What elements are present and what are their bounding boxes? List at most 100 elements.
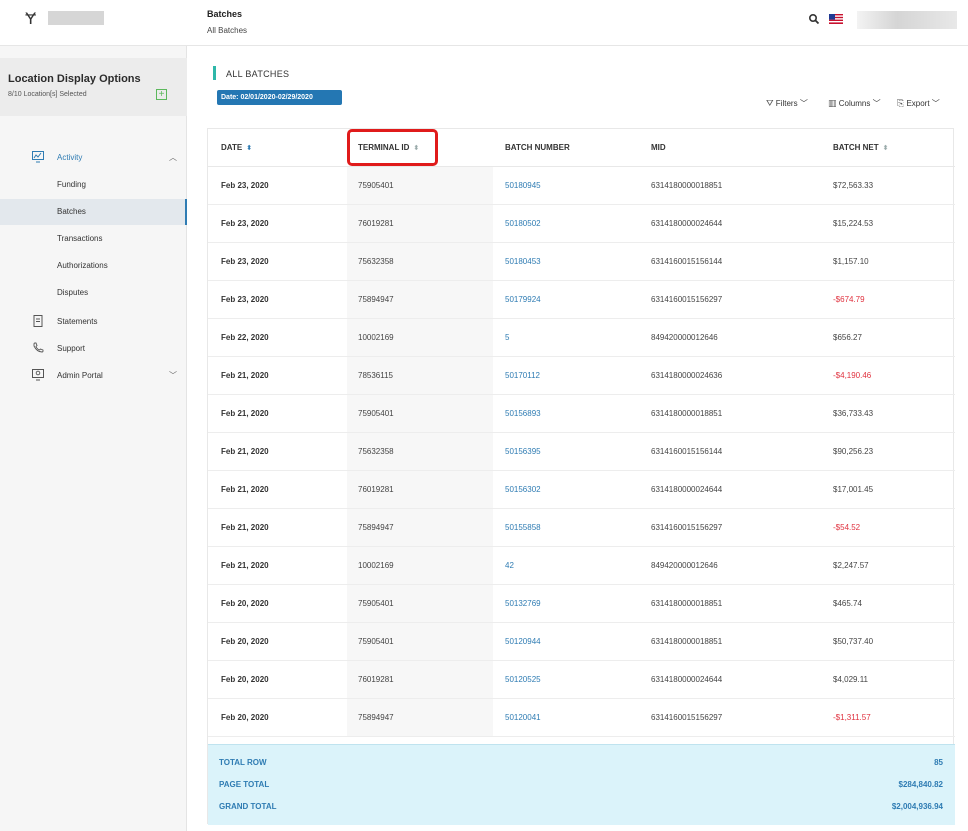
table-header: DATE ⬍ TERMINAL ID ⬍ BATCH NUMBER MID BATC… <box>208 129 955 167</box>
cell-batch-number-link[interactable]: 50156302 <box>505 485 541 494</box>
sidebar-item-label: Admin Portal <box>57 371 103 380</box>
chevron-up-icon[interactable]: ︿ <box>169 152 177 163</box>
chevron-down-icon[interactable]: ﹀ <box>169 370 177 381</box>
cell-batch-net: -$674.79 <box>833 295 865 304</box>
table-row[interactable]: Feb 23, 2020 75905401 50180945 631418000001… <box>208 167 955 205</box>
cell-terminal-id: 76019281 <box>358 485 394 494</box>
document-icon <box>33 315 43 327</box>
cell-terminal-id: 75632358 <box>358 447 394 456</box>
cell-mid: 849420000012646 <box>651 561 718 570</box>
column-header-batch-number[interactable]: BATCH NUMBER <box>505 143 570 152</box>
cell-date: Feb 23, 2020 <box>221 219 269 228</box>
cell-date: Feb 21, 2020 <box>221 447 269 456</box>
sidebar-item-transactions[interactable]: Transactions <box>0 226 187 252</box>
table-row[interactable]: Feb 23, 2020 76019281 50180502 631418000002… <box>208 205 955 243</box>
cell-mid: 6314180000024636 <box>651 371 723 380</box>
cell-batch-number-link[interactable]: 50170112 <box>505 371 540 380</box>
cell-batch-number-link[interactable]: 5 <box>505 333 509 342</box>
cell-terminal-id: 75905401 <box>358 599 394 608</box>
sidebar-item-label: Disputes <box>57 288 89 297</box>
cell-terminal-id: 75905401 <box>358 409 394 418</box>
sort-icon[interactable]: ⬍ <box>883 145 889 152</box>
cell-terminal-id: 78536115 <box>358 371 393 380</box>
filters-button[interactable]: ⛛ Filters ﹀ <box>766 98 808 109</box>
terminal-id-highlight-box <box>347 129 438 166</box>
table-row[interactable]: Feb 23, 2020 75894947 50179924 631416001515… <box>208 281 955 319</box>
table-row[interactable]: Feb 21, 2020 75632358 50156395 631416001515… <box>208 433 955 471</box>
table-row[interactable]: Feb 23, 2020 75632358 50180453 631416001515… <box>208 243 955 281</box>
cell-batch-net: $17,001.45 <box>833 485 874 494</box>
column-header-mid[interactable]: MID <box>651 143 666 152</box>
top-header: Ɏ Batches All Batches <box>0 0 968 46</box>
cell-batch-net: -$1,311.57 <box>833 713 871 722</box>
total-row-value: 85 <box>934 758 943 767</box>
location-display-options[interactable]: Location Display Options 8/10 Location[s… <box>0 58 187 116</box>
cell-batch-number-link[interactable]: 50180945 <box>505 181 541 190</box>
cell-batch-number-link[interactable]: 50179924 <box>505 295 541 304</box>
cell-date: Feb 21, 2020 <box>221 371 269 380</box>
table-row[interactable]: Feb 20, 2020 76019281 50120525 631418000002… <box>208 661 955 699</box>
cell-batch-number-link[interactable]: 50180502 <box>505 219 541 228</box>
cell-batch-number-link[interactable]: 50156893 <box>505 409 541 418</box>
cell-batch-number-link[interactable]: 50120041 <box>505 713 541 722</box>
cell-date: Feb 21, 2020 <box>221 409 269 418</box>
cell-batch-number-link[interactable]: 50156395 <box>505 447 541 456</box>
cell-batch-number-link[interactable]: 50120525 <box>505 675 541 684</box>
cell-mid: 6314180000018851 <box>651 599 723 608</box>
sidebar-item-admin-portal[interactable]: Admin Portal ﹀ <box>0 363 187 389</box>
sidebar-item-funding[interactable]: Funding <box>0 172 187 198</box>
cell-batch-number-link[interactable]: 42 <box>505 561 514 570</box>
column-header-batch-net[interactable]: BATCH NET ⬍ <box>833 143 889 152</box>
cell-date: Feb 21, 2020 <box>221 523 269 532</box>
cell-batch-number-link[interactable]: 50180453 <box>505 257 541 266</box>
cell-date: Feb 20, 2020 <box>221 637 269 646</box>
chevron-down-icon: ﹀ <box>931 99 940 108</box>
sidebar: Location Display Options 8/10 Location[s… <box>0 46 187 831</box>
sort-icon[interactable]: ⬍ <box>246 145 252 152</box>
sidebar-item-support[interactable]: Support <box>0 336 187 362</box>
columns-button[interactable]: ▥ Columns ﹀ <box>828 98 881 109</box>
table-row[interactable]: Feb 21, 2020 76019281 50156302 631418000002… <box>208 471 955 509</box>
cell-batch-number-link[interactable]: 50155858 <box>505 523 541 532</box>
cell-date: Feb 23, 2020 <box>221 257 269 266</box>
sidebar-item-label: Funding <box>57 180 86 189</box>
table-row[interactable]: Feb 21, 2020 75894947 50155858 631416001515… <box>208 509 955 547</box>
export-button[interactable]: ⎘ Export ﹀ <box>897 98 940 109</box>
export-icon: ⎘ <box>897 98 905 108</box>
table-row[interactable]: Feb 22, 2020 10002169 5 849420000012646 $656… <box>208 319 955 357</box>
logo-text-blurred <box>48 11 104 25</box>
cell-mid: 6314180000018851 <box>651 409 723 418</box>
cell-mid: 6314160015156297 <box>651 295 723 304</box>
sidebar-item-disputes[interactable]: Disputes <box>0 280 187 306</box>
sidebar-item-activity[interactable]: Activity ︿ <box>0 145 187 171</box>
sidebar-item-statements[interactable]: Statements <box>0 309 187 335</box>
table-row[interactable]: Feb 20, 2020 75894947 50120041 631416001515… <box>208 699 955 737</box>
sidebar-item-authorizations[interactable]: Authorizations <box>0 253 187 279</box>
table-row[interactable]: Feb 20, 2020 75905401 50132769 631418000001… <box>208 585 955 623</box>
cell-terminal-id: 75894947 <box>358 523 394 532</box>
table-row[interactable]: Feb 21, 2020 78536115 50170112 631418000002… <box>208 357 955 395</box>
column-header-date[interactable]: DATE ⬍ <box>221 143 252 152</box>
add-location-icon[interactable]: + <box>156 89 167 100</box>
cell-batch-number-link[interactable]: 50120944 <box>505 637 541 646</box>
total-row-label: TOTAL ROW <box>219 758 267 767</box>
cell-batch-number-link[interactable]: 50132769 <box>505 599 541 608</box>
cell-terminal-id: 75894947 <box>358 295 394 304</box>
cell-mid: 6314180000024644 <box>651 675 723 684</box>
sidebar-item-label: Transactions <box>57 234 103 243</box>
table-row[interactable]: Feb 20, 2020 75905401 50120944 631418000001… <box>208 623 955 661</box>
columns-icon: ▥ <box>828 98 837 108</box>
user-menu-blurred[interactable] <box>857 11 957 29</box>
section-accent-bar <box>213 66 216 80</box>
sidebar-item-batches[interactable]: Batches <box>0 199 187 225</box>
us-flag-icon[interactable] <box>829 14 843 24</box>
column-header-label: DATE <box>221 143 243 152</box>
table-row[interactable]: Feb 21, 2020 75905401 50156893 631418000001… <box>208 395 955 433</box>
cell-date: Feb 20, 2020 <box>221 675 269 684</box>
table-row[interactable]: Feb 21, 2020 10002169 42 849420000012646 $2,… <box>208 547 955 585</box>
grand-total-value: $2,004,936.94 <box>891 802 943 811</box>
date-filter-chip[interactable]: Date: 02/01/2020-02/29/2020 <box>217 90 342 105</box>
cell-batch-net: $72,563.33 <box>833 181 874 190</box>
grand-total-label: GRAND TOTAL <box>219 802 277 811</box>
search-icon[interactable] <box>808 13 820 25</box>
